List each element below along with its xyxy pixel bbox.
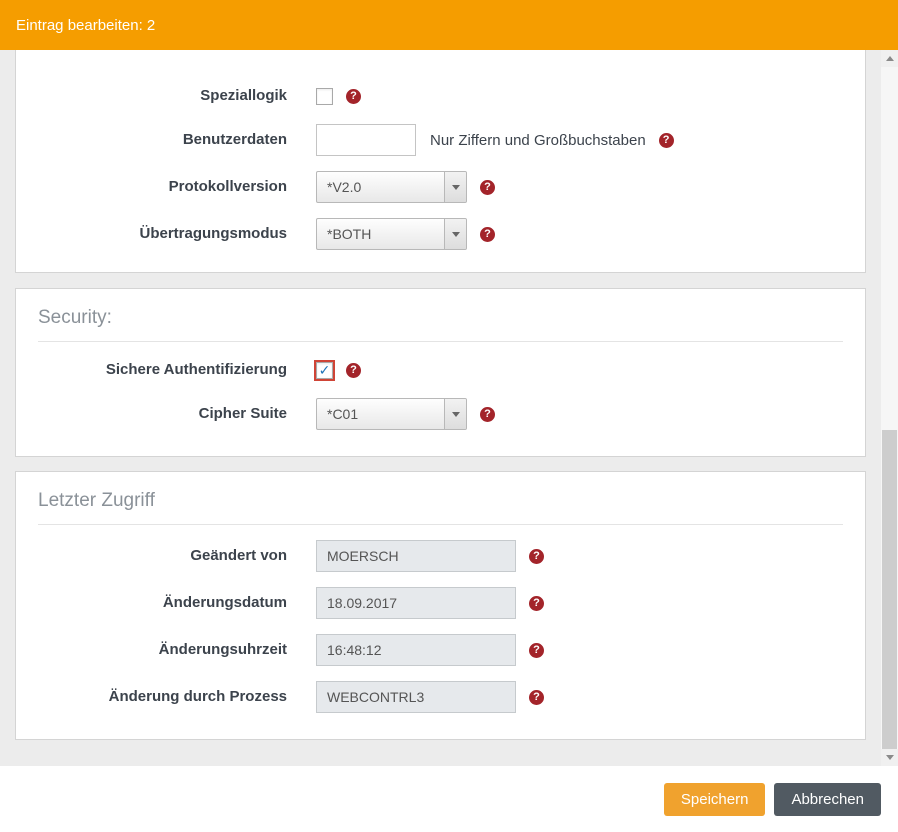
aenderungsdatum-field (316, 587, 516, 619)
uebertragungsmodus-select[interactable]: *BOTH (316, 218, 467, 250)
cipher-suite-label: Cipher Suite (16, 405, 287, 423)
geaendert-von-label: Geändert von (16, 547, 287, 565)
protokollversion-label: Protokollversion (16, 178, 287, 196)
security-heading: Security: (38, 289, 843, 342)
benutzerdaten-label: Benutzerdaten (16, 131, 287, 149)
cancel-button[interactable]: Abbrechen (774, 783, 881, 816)
help-icon[interactable]: ? (659, 133, 674, 148)
letzter-zugriff-heading: Letzter Zugriff (38, 472, 843, 525)
cipher-suite-select[interactable]: *C01 (316, 398, 467, 430)
protokollversion-selected-value: *V2.0 (317, 179, 361, 195)
form-row: Benutzerdaten Nur Ziffern und Großbuchst… (16, 124, 865, 156)
aenderung-durch-prozess-label: Änderung durch Prozess (16, 688, 287, 706)
form-row: Übertragungsmodus *BOTH ? (16, 218, 865, 250)
help-icon[interactable]: ? (529, 549, 544, 564)
aenderungsuhrzeit-label: Änderungsuhrzeit (16, 641, 287, 659)
form-row: Änderungsuhrzeit ? (16, 634, 865, 666)
form-row: Änderungsdatum ? (16, 587, 865, 619)
form-row: Sichere Authentifizierung ✓ ? (16, 357, 865, 383)
aenderungsuhrzeit-field (316, 634, 516, 666)
help-icon[interactable]: ? (480, 227, 495, 242)
benutzerdaten-input[interactable] (316, 124, 416, 156)
form-section-security: Security: Sichere Authentifizierung ✓ ? … (15, 288, 866, 457)
help-icon[interactable]: ? (346, 89, 361, 104)
help-icon[interactable]: ? (529, 643, 544, 658)
dialog-title: Eintrag bearbeiten: 2 (16, 17, 155, 34)
uebertragungsmodus-selected-value: *BOTH (317, 226, 371, 242)
scroll-down-icon[interactable] (881, 749, 898, 766)
form-section-letzter-zugriff: Letzter Zugriff Geändert von ? Änderungs… (15, 471, 866, 740)
help-icon[interactable]: ? (480, 180, 495, 195)
chevron-down-icon (444, 219, 466, 249)
form-row: Geändert von ? (16, 540, 865, 572)
save-button[interactable]: Speichern (664, 783, 766, 816)
aenderung-durch-prozess-field (316, 681, 516, 713)
form-row: Änderung durch Prozess ? (16, 681, 865, 713)
speziallogik-label: Speziallogik (16, 87, 287, 105)
vertical-scrollbar[interactable] (881, 50, 898, 766)
form-section-connection: Speziallogik ? Benutzerdaten Nur Ziffern… (15, 50, 866, 273)
help-icon[interactable]: ? (480, 407, 495, 422)
geaendert-von-field (316, 540, 516, 572)
aenderungsdatum-label: Änderungsdatum (16, 594, 287, 612)
dialog-content: Speziallogik ? Benutzerdaten Nur Ziffern… (0, 50, 881, 766)
form-row: Speziallogik ? (16, 83, 865, 109)
benutzerdaten-hint: Nur Ziffern und Großbuchstaben (430, 132, 646, 149)
scroll-up-icon[interactable] (881, 50, 898, 67)
cipher-suite-selected-value: *C01 (317, 406, 358, 422)
form-row: Cipher Suite *C01 ? (16, 398, 865, 430)
check-icon: ✓ (319, 363, 331, 377)
speziallogik-checkbox[interactable] (316, 88, 333, 105)
chevron-down-icon (444, 399, 466, 429)
scrollbar-thumb[interactable] (882, 430, 897, 749)
help-icon[interactable]: ? (346, 363, 361, 378)
dialog-footer: Speichern Abbrechen (0, 766, 898, 832)
sichere-authentifizierung-label: Sichere Authentifizierung (16, 361, 287, 379)
edit-entry-dialog: Eintrag bearbeiten: 2 Speziallogik ? Ben… (0, 0, 898, 832)
help-icon[interactable]: ? (529, 690, 544, 705)
chevron-down-icon (444, 172, 466, 202)
dialog-header: Eintrag bearbeiten: 2 (0, 0, 898, 50)
sichere-authentifizierung-checkbox[interactable]: ✓ (316, 362, 333, 379)
help-icon[interactable]: ? (529, 596, 544, 611)
form-row: Protokollversion *V2.0 ? (16, 171, 865, 203)
protokollversion-select[interactable]: *V2.0 (316, 171, 467, 203)
uebertragungsmodus-label: Übertragungsmodus (16, 225, 287, 243)
